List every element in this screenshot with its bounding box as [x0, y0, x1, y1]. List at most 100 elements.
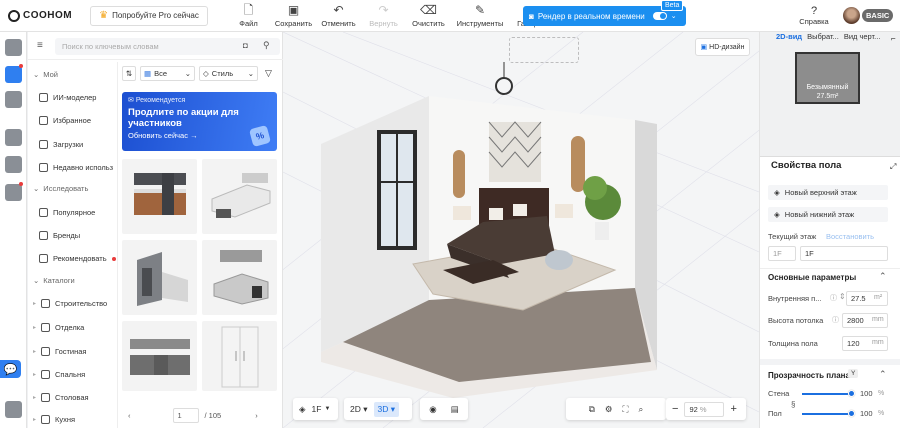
wall-transparency-slider[interactable]: [802, 393, 852, 395]
zoom-in-icon[interactable]: +: [730, 403, 736, 415]
coohom-logo[interactable]: COOHOM: [8, 9, 72, 22]
room-render: [321, 62, 657, 398]
page-input[interactable]: 1: [172, 407, 199, 423]
chat-icon: 💬: [3, 363, 18, 376]
nav-ai-modeler[interactable]: ИИ-моделер: [39, 93, 117, 102]
floor-selector[interactable]: ◈ 1F ▼: [293, 398, 338, 420]
link-icon[interactable]: §: [791, 400, 795, 409]
tools-menu[interactable]: ✎ Инструменты: [451, 3, 509, 28]
avatar[interactable]: [843, 7, 860, 24]
chevron-right-icon: ▸: [33, 417, 37, 423]
product-thumb[interactable]: [202, 159, 277, 234]
floor-down-icon: ◈: [774, 210, 780, 219]
nav-uploads[interactable]: Загрузки: [39, 140, 117, 149]
section-explore[interactable]: ⌄ Исследовать: [33, 184, 88, 193]
nav-dining[interactable]: ▸ Столовая: [33, 393, 111, 402]
tab-select[interactable]: Выбрат...: [807, 32, 839, 46]
clear-menu[interactable]: ⌫ Очистить: [406, 3, 451, 28]
product-thumb[interactable]: [122, 159, 197, 234]
promo-banner[interactable]: ✉ Рекомендуется Продлите по акции для уч…: [122, 92, 277, 151]
panel-icon[interactable]: [5, 91, 22, 108]
megaphone-icon: ✉: [128, 97, 136, 104]
nav-kitchen[interactable]: ▸ Кухня: [33, 415, 111, 424]
nav-brands[interactable]: Бренды: [39, 231, 117, 240]
selection-frame: [509, 37, 579, 63]
new-lower-floor-button[interactable]: ◈ Новый нижний этаж: [768, 207, 888, 222]
bulb-icon[interactable]: [5, 184, 22, 201]
search-icon[interactable]: ⚲: [263, 40, 270, 51]
wall-slider-handle[interactable]: [848, 390, 855, 397]
wall-value[interactable]: 100: [860, 389, 873, 398]
floor-thumbnail[interactable]: Безымянный 27.5m²: [795, 52, 860, 104]
filter-all-select[interactable]: ▦ Все ⌄: [140, 66, 195, 81]
chevron-up-icon[interactable]: ⌃: [879, 271, 887, 282]
material-icon[interactable]: ▤: [451, 404, 459, 415]
floor-transparency-slider[interactable]: [802, 413, 852, 415]
spinner-icon[interactable]: ⇕: [839, 292, 846, 301]
kitchen-white-image: [211, 173, 271, 218]
nav-recommend[interactable]: Рекомендовать: [39, 254, 117, 263]
help-button[interactable]: ? Справка: [799, 5, 828, 26]
tab-2d-view[interactable]: 2D-вид: [776, 32, 802, 46]
nav-recent[interactable]: Недавно использ: [39, 163, 117, 172]
box-icon[interactable]: [5, 156, 22, 173]
camera-settings-icon[interactable]: ⚙: [605, 404, 613, 415]
floor-value[interactable]: 100: [860, 409, 873, 418]
ceiling-unit: mm: [872, 316, 884, 323]
floor-slider-handle[interactable]: [848, 410, 855, 417]
visibility-tools: ◉ ▤: [420, 398, 468, 420]
tab-drawing-view[interactable]: Вид черт...: [844, 32, 881, 46]
promo-title: Продлите по акции для участников: [128, 107, 239, 129]
nav-favorites[interactable]: Избранное: [39, 116, 117, 125]
camera-icon[interactable]: [5, 129, 22, 146]
sofa-icon[interactable]: [5, 66, 22, 83]
zoom-input[interactable]: 92 %: [684, 401, 725, 417]
main-toolbar: 🗋 Файл ▣ Сохранить ↶ Отменить ↷ Вернуть ⌫ Очи…: [226, 3, 554, 28]
layers-icon[interactable]: [5, 401, 22, 418]
mode-2d-button[interactable]: 2D ▾: [344, 404, 374, 415]
nav-construction[interactable]: ▸ Строительство: [33, 299, 111, 308]
expand-icon[interactable]: ⤢: [890, 162, 896, 172]
image-search-icon[interactable]: ◘: [243, 41, 248, 50]
new-upper-floor-button[interactable]: ◈ Новый верхний этаж: [768, 185, 888, 200]
file-menu[interactable]: 🗋 Файл: [226, 3, 271, 28]
filter-style-select[interactable]: ◇ Стиль ⌄: [199, 66, 258, 81]
next-page-icon[interactable]: ›: [255, 411, 258, 420]
restore-link[interactable]: Восстановить: [826, 232, 874, 241]
filter-icon[interactable]: ▽: [265, 68, 272, 79]
nav-popular[interactable]: Популярное: [39, 208, 117, 217]
zoom-out-icon[interactable]: −: [672, 403, 678, 415]
nav-finishing[interactable]: ▸ Отделка: [33, 323, 111, 332]
sort-button[interactable]: ⇅: [122, 66, 136, 81]
product-thumb[interactable]: [122, 240, 197, 315]
cabinet-wall-image: [130, 339, 190, 375]
section-my[interactable]: ⌄ Мой: [33, 70, 58, 79]
3d-viewport[interactable]: [283, 32, 759, 428]
mode-3d-button[interactable]: 3D ▾: [373, 401, 400, 417]
minimap-tabs: 2D-вид Выбрат... Вид черт...: [760, 32, 900, 46]
product-thumb[interactable]: [202, 321, 277, 391]
redo-icon: ↷: [378, 3, 389, 17]
prev-page-icon[interactable]: ‹: [128, 411, 131, 420]
product-thumb[interactable]: [122, 321, 197, 391]
redo-button[interactable]: ↷ Вернуть: [361, 3, 406, 28]
collapse-minimap-icon[interactable]: ⌐: [891, 34, 896, 43]
zoom-area-icon[interactable]: ⌕: [638, 404, 643, 415]
nav-living-room[interactable]: ▸ Гостиная: [33, 347, 111, 356]
fit-view-icon[interactable]: ⛶: [622, 404, 628, 415]
render-toggle[interactable]: [652, 12, 667, 20]
chevron-up-icon[interactable]: ⌃: [879, 369, 887, 380]
section-catalogs[interactable]: ⌄ Каталоги: [33, 276, 75, 285]
undo-button[interactable]: ↶ Отменить: [316, 3, 361, 28]
collapse-icon[interactable]: ≡: [37, 40, 43, 51]
floor-name-input[interactable]: 1F: [800, 246, 888, 261]
hd-design-button[interactable]: ▣ HD-дизайн: [695, 38, 750, 56]
try-pro-button[interactable]: ♛ Попробуйте Pro сейчас: [90, 5, 208, 26]
save-button[interactable]: ▣ Сохранить: [271, 3, 316, 28]
chat-button[interactable]: 💬: [0, 360, 21, 378]
nav-bedroom[interactable]: ▸ Спальня: [33, 370, 111, 379]
cube-icon[interactable]: [5, 39, 22, 56]
screenshot-icon[interactable]: ⧉: [589, 404, 595, 415]
product-thumb[interactable]: [202, 240, 277, 315]
eye-icon[interactable]: ◉: [429, 404, 436, 415]
